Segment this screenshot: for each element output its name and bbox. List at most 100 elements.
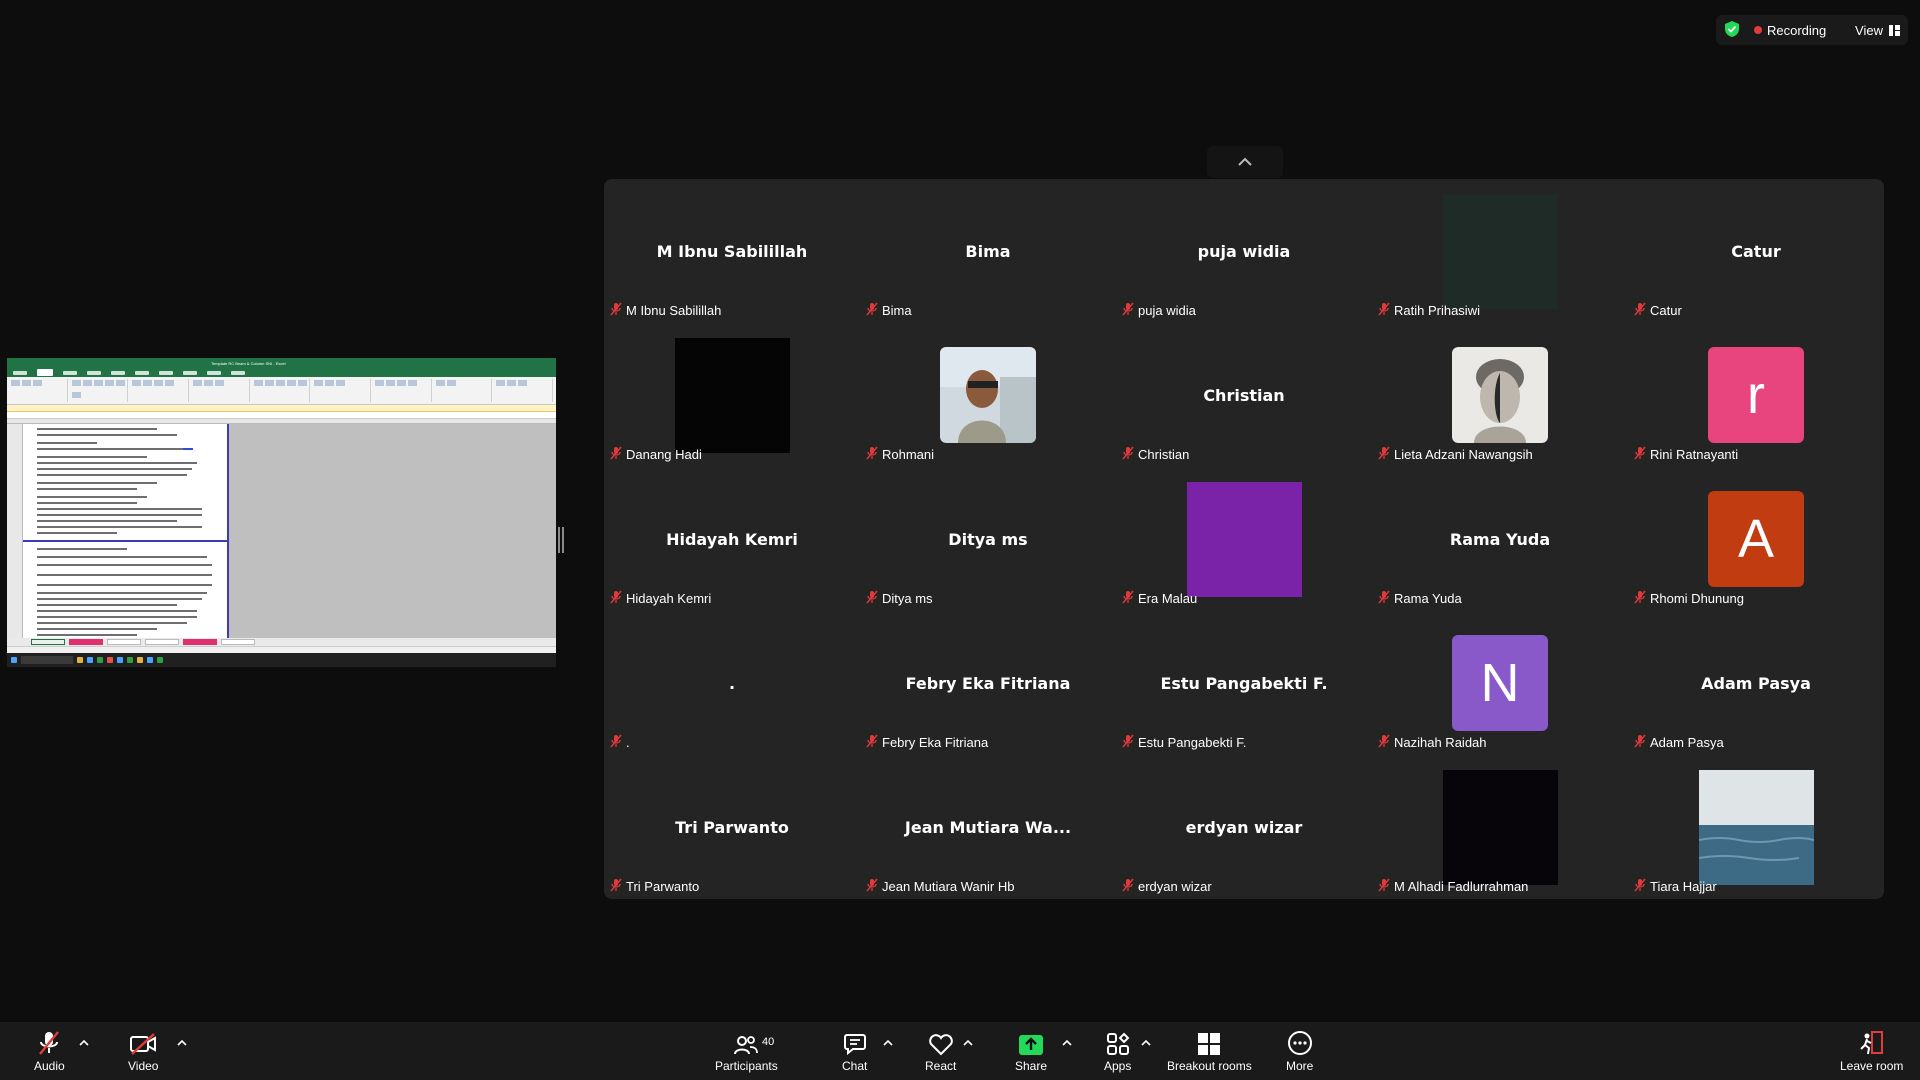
participant-tile[interactable]: Febry Eka Fitriana Febry Eka Fitriana — [860, 611, 1116, 755]
participant-name: Estu Pangabekti F. — [1138, 735, 1247, 750]
participant-tile[interactable]: Danang Hadi — [604, 323, 860, 467]
react-label: React — [925, 1059, 957, 1073]
encryption-shield-icon[interactable] — [1724, 20, 1740, 41]
participant-name-tag: Tiara Hajjar — [1634, 878, 1717, 895]
leave-room-label: Leave room — [1840, 1059, 1904, 1073]
view-label: View — [1855, 22, 1883, 38]
participant-name: Catur — [1650, 303, 1682, 318]
participant-name: Tri Parwanto — [626, 879, 700, 894]
participant-display-name: Catur — [1731, 241, 1781, 261]
participant-name-tag: Lieta Adzani Nawangsih — [1378, 446, 1533, 463]
participant-display-name: Rama Yuda — [1449, 529, 1551, 549]
share-button[interactable]: Share — [1015, 1030, 1047, 1073]
participant-name-tag: Rhomi Dhunung — [1634, 590, 1744, 607]
audio-label: Audio — [34, 1059, 65, 1073]
participant-tile[interactable]: N Nazihah Raidah — [1372, 611, 1628, 755]
participant-tile[interactable]: Lieta Adzani Nawangsih — [1372, 323, 1628, 467]
microphone-muted-icon — [610, 734, 622, 751]
more-button[interactable]: More — [1286, 1030, 1313, 1073]
participant-tile[interactable]: Christian Christian — [1116, 323, 1372, 467]
participant-name-tag: Catur — [1634, 302, 1682, 319]
chevron-up-icon — [883, 1040, 893, 1046]
video-options-caret[interactable] — [176, 1038, 188, 1048]
view-button[interactable]: View — [1855, 23, 1900, 38]
participant-tile[interactable]: Ditya ms Ditya ms — [860, 467, 1116, 611]
participant-name: Lieta Adzani Nawangsih — [1394, 447, 1533, 462]
participant-tile[interactable]: Bima Bima — [860, 179, 1116, 323]
participant-tile[interactable]: A Rhomi Dhunung — [1628, 467, 1884, 611]
microphone-muted-icon — [1378, 734, 1390, 751]
react-button[interactable]: React — [925, 1030, 956, 1073]
resize-splitter-handle[interactable] — [558, 527, 564, 553]
participant-name: Hidayah Kemri — [626, 591, 712, 606]
chat-options-caret[interactable] — [882, 1038, 894, 1048]
shared-screen[interactable]: Template RC Beam & Column SNI - Excel — [7, 358, 556, 667]
participant-tile[interactable]: Tri Parwanto Tri Parwanto — [604, 755, 860, 899]
participant-name-tag: erdyan wizar — [1122, 878, 1212, 895]
participant-name-tag: Christian — [1122, 446, 1189, 463]
participant-tile[interactable]: r Rini Ratnayanti — [1628, 323, 1884, 467]
excel-title-bar: Template RC Beam & Column SNI - Excel — [7, 358, 556, 368]
participant-photo — [940, 347, 1036, 443]
heart-icon — [928, 1034, 953, 1056]
participant-tile[interactable]: Hidayah Kemri Hidayah Kemri — [604, 467, 860, 611]
share-label: Share — [1015, 1059, 1048, 1073]
react-options-caret[interactable] — [962, 1038, 974, 1048]
participant-tile[interactable]: . . — [604, 611, 860, 755]
participant-tile[interactable]: Ratih Prihasiwi — [1372, 179, 1628, 323]
audio-options-caret[interactable] — [78, 1038, 90, 1048]
avatar-initial: r — [1747, 365, 1765, 425]
participants-count: 40 — [762, 1036, 775, 1048]
participant-name-tag: Hidayah Kemri — [610, 590, 711, 607]
participant-tile[interactable]: Rama Yuda Rama Yuda — [1372, 467, 1628, 611]
audio-button[interactable]: Audio — [34, 1030, 65, 1073]
excel-formula-bar — [7, 412, 556, 419]
chevron-up-icon — [1062, 1040, 1072, 1046]
microphone-muted-icon — [39, 1031, 60, 1055]
participant-name: Danang Hadi — [626, 447, 702, 462]
participant-tile[interactable]: puja widia puja widia — [1116, 179, 1372, 323]
participants-icon — [734, 1036, 759, 1055]
participant-name: Bima — [882, 303, 912, 318]
video-button[interactable]: Video — [128, 1030, 158, 1073]
participant-gallery: M Ibnu Sabilillah M Ibnu Sabilillah Bima… — [604, 179, 1884, 899]
participant-name-tag: Era Malau — [1122, 590, 1197, 607]
microphone-muted-icon — [1634, 302, 1646, 319]
chevron-up-icon — [1141, 1040, 1151, 1046]
participant-tile[interactable]: Rohmani — [860, 323, 1116, 467]
excel-ribbon-tabs — [7, 368, 556, 377]
video-label: Video — [128, 1059, 159, 1073]
participant-display-name: erdyan wizar — [1185, 817, 1303, 837]
chevron-up-icon — [963, 1040, 973, 1046]
participant-tile[interactable]: Era Malau — [1116, 467, 1372, 611]
excel-ribbon — [7, 377, 556, 405]
participant-tile[interactable]: erdyan wizar erdyan wizar — [1116, 755, 1372, 899]
apps-options-caret[interactable] — [1140, 1038, 1152, 1048]
participant-display-name: Christian — [1203, 385, 1285, 405]
participant-tile[interactable]: M Ibnu Sabilillah M Ibnu Sabilillah — [604, 179, 860, 323]
recording-indicator[interactable]: Recording — [1754, 23, 1826, 38]
participant-tile[interactable]: Jean Mutiara Wa... Jean Mutiara Wanir Hb — [860, 755, 1116, 899]
leave-room-button[interactable]: Leave room — [1840, 1030, 1903, 1073]
breakout-rooms-button[interactable]: Breakout rooms — [1167, 1030, 1252, 1073]
collapse-gallery-button[interactable] — [1207, 146, 1283, 178]
participant-tile[interactable]: Catur Catur — [1628, 179, 1884, 323]
participant-display-name: Estu Pangabekti F. — [1160, 673, 1328, 693]
avatar-initial: A — [1737, 509, 1775, 569]
apps-label: Apps — [1104, 1059, 1132, 1073]
microphone-muted-icon — [610, 878, 622, 895]
apps-button[interactable]: Apps — [1104, 1030, 1131, 1073]
participant-tile[interactable]: Tiara Hajjar — [1628, 755, 1884, 899]
share-options-caret[interactable] — [1061, 1038, 1073, 1048]
participant-tile[interactable]: M Alhadi Fadlurrahman — [1372, 755, 1628, 899]
participant-tile[interactable]: Estu Pangabekti F. Estu Pangabekti F. — [1116, 611, 1372, 755]
microphone-muted-icon — [1634, 734, 1646, 751]
grid-view-icon — [1889, 24, 1900, 36]
participant-name-tag: Ratih Prihasiwi — [1378, 302, 1480, 319]
participant-name: Tiara Hajjar — [1650, 879, 1717, 894]
participant-name: Ditya ms — [882, 591, 933, 606]
participant-tile[interactable]: Adam Pasya Adam Pasya — [1628, 611, 1884, 755]
microphone-muted-icon — [1122, 734, 1134, 751]
chat-button[interactable]: Chat — [842, 1030, 867, 1073]
microphone-muted-icon — [1378, 590, 1390, 607]
